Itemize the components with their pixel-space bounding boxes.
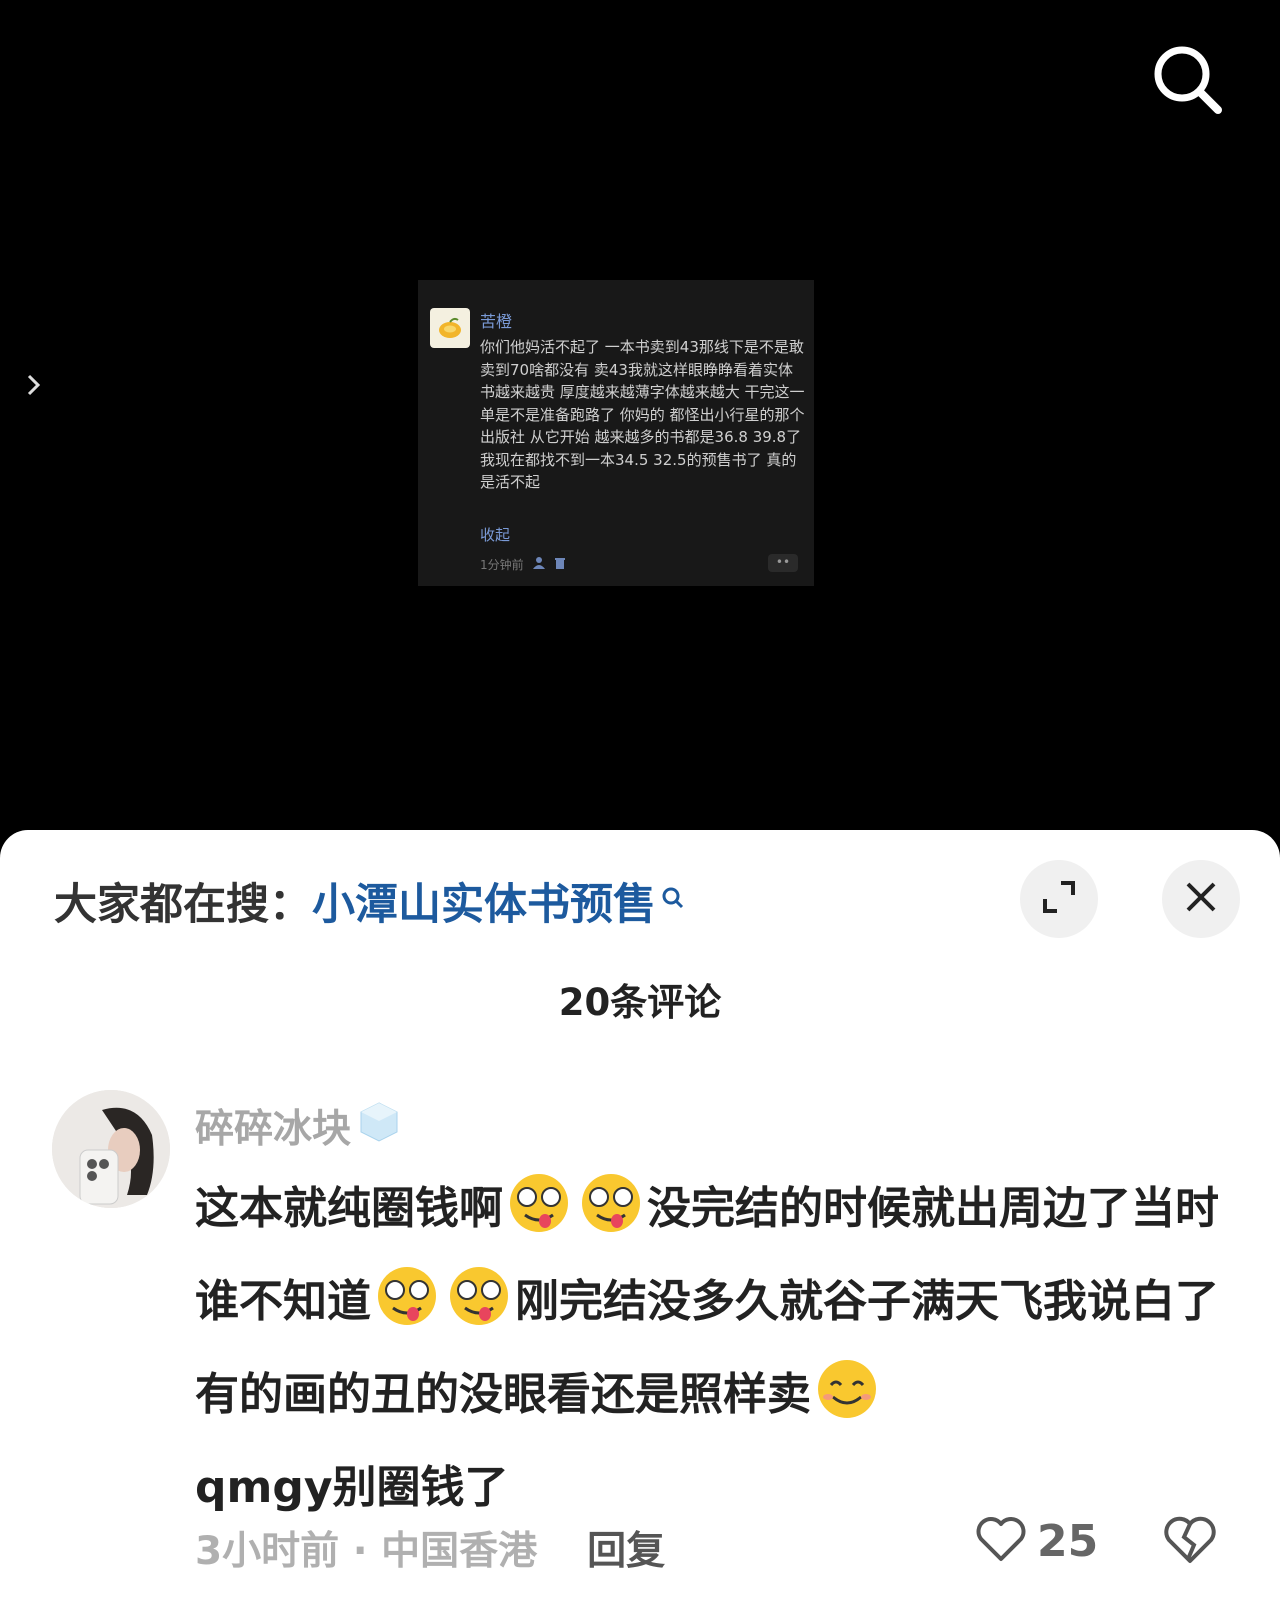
comment-sheet: 大家都在搜： 小潭山实体书预售 20条评论 碎碎冰块 这本就纯圈钱啊 没完结的时… bbox=[0, 830, 1280, 1614]
search-keyword-link[interactable]: 小潭山实体书预售 bbox=[312, 870, 656, 932]
search-prefix: 大家都在搜： bbox=[54, 880, 312, 930]
more-options-icon: •• bbox=[768, 554, 798, 572]
comment-count-title: 20条评论 bbox=[558, 981, 722, 1024]
heart-icon bbox=[975, 1515, 1027, 1567]
screenshot-time: 1分钟前 bbox=[480, 558, 524, 572]
close-icon bbox=[1184, 880, 1218, 918]
smiling-emoji-icon bbox=[811, 1357, 883, 1421]
collapse-link: 收起 bbox=[480, 526, 511, 544]
avatar[interactable] bbox=[52, 1090, 170, 1208]
like-button[interactable]: 25 bbox=[975, 1515, 1098, 1567]
close-button[interactable] bbox=[1162, 860, 1240, 938]
dislike-button[interactable] bbox=[1162, 1515, 1218, 1569]
comment-text-part4: qmgy别圈钱了 bbox=[195, 1462, 509, 1513]
trash-icon bbox=[554, 556, 566, 573]
screenshot-username: 苦橙 bbox=[480, 312, 513, 331]
small-search-icon bbox=[660, 872, 686, 922]
comment-text: 这本就纯圈钱啊 没完结的时候就出周边了当时谁不知道 刚完结没多久就谷子满天飞我说白了… bbox=[195, 1162, 1235, 1534]
drooling-emoji-icon bbox=[575, 1171, 647, 1235]
chevron-right-icon[interactable] bbox=[18, 370, 48, 400]
screenshot-text: 你们他妈活不起了 一本书卖到43那线下是不是敢卖到70啥都没有 卖43我就这样眼… bbox=[480, 338, 805, 491]
comment-text-part1: 这本就纯圈钱啊 bbox=[195, 1183, 503, 1234]
reply-button[interactable]: 回复 bbox=[587, 1529, 665, 1574]
ice-cube-emoji-icon bbox=[357, 1099, 401, 1153]
search-icon[interactable] bbox=[1148, 40, 1228, 120]
comment-meta: 3小时前 · 中国香港 回复 bbox=[195, 1520, 665, 1576]
person-icon bbox=[532, 556, 546, 573]
screenshot-meta: 1分钟前 bbox=[480, 556, 566, 573]
drooling-emoji-icon bbox=[443, 1264, 515, 1328]
drooling-emoji-icon bbox=[503, 1171, 575, 1235]
drooling-emoji-icon bbox=[371, 1264, 443, 1328]
like-count: 25 bbox=[1037, 1515, 1099, 1567]
meta-separator: · bbox=[339, 1529, 382, 1574]
comment-time: 3小时前 bbox=[195, 1529, 340, 1574]
comment-username[interactable]: 碎碎冰块 bbox=[195, 1098, 401, 1154]
comment-location: 中国香港 bbox=[381, 1529, 538, 1574]
trending-search[interactable]: 大家都在搜： 小潭山实体书预售 bbox=[54, 870, 686, 932]
expand-button[interactable] bbox=[1020, 860, 1098, 938]
expand-icon bbox=[1039, 877, 1079, 921]
comment-screenshot-image: 苦橙 你们他妈活不起了 一本书卖到43那线下是不是敢卖到70啥都没有 卖43我就… bbox=[418, 280, 814, 586]
orange-avatar-icon bbox=[430, 308, 470, 348]
comment-username-text: 碎碎冰块 bbox=[195, 1107, 352, 1152]
image-viewer: 苦橙 你们他妈活不起了 一本书卖到43那线下是不是敢卖到70啥都没有 卖43我就… bbox=[0, 0, 1280, 840]
broken-heart-icon bbox=[1162, 1516, 1218, 1569]
